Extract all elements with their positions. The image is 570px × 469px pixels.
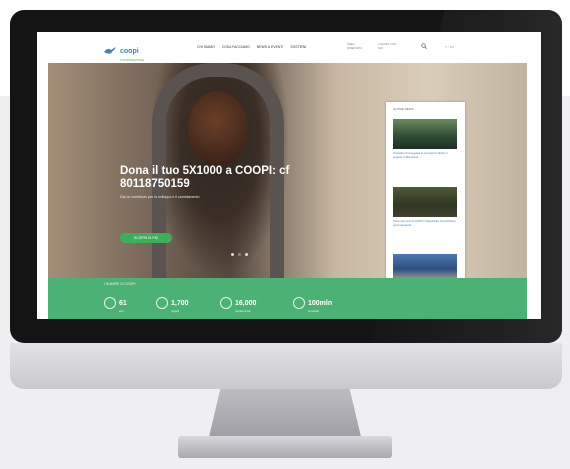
nav-cosa-facciamo[interactable]: COSA FACCIAMO xyxy=(222,45,250,49)
stat-caption: beneficiari xyxy=(308,310,319,313)
hero-title: Dona il tuo 5X1000 a COOPI: cf 801187501… xyxy=(120,165,290,190)
carousel-dot[interactable] xyxy=(238,253,241,256)
stat-number: 16,000 xyxy=(235,300,257,307)
site-logo[interactable]: coopi COOPERAZIONE xyxy=(103,40,144,62)
news-image-1[interactable] xyxy=(393,119,457,149)
nav-lavora-con-noi[interactable]: LAVORA CON NOI xyxy=(378,42,400,50)
nav-sostieni[interactable]: SOSTIENI xyxy=(290,45,306,49)
stats-bar: I NUMERI DI COOPI 61 anni 1,700 progetti 1… xyxy=(48,278,527,319)
website-screen: coopi COOPERAZIONE CHI SIAMO COSA FACCIA… xyxy=(37,32,541,319)
hero-cta-button[interactable]: SCOPRI DI PIÙ xyxy=(120,233,172,243)
monitor-stand-base xyxy=(178,436,392,458)
site-navbar: coopi COOPERAZIONE CHI SIAMO COSA FACCIA… xyxy=(37,32,541,64)
monitor-chin xyxy=(10,343,562,389)
stat-caption: progetti xyxy=(171,310,179,313)
hero-face xyxy=(188,91,248,166)
monitor-stand-neck xyxy=(208,389,362,441)
globe-icon xyxy=(293,296,305,309)
stat-caption: operatori locali xyxy=(235,310,251,313)
stat-number: 61 xyxy=(119,300,127,307)
news-headline-1[interactable]: Preparati a fronteggiare le emergenze id… xyxy=(393,152,457,160)
location-icon xyxy=(104,296,116,309)
news-image-2[interactable] xyxy=(393,187,457,217)
news-panel-title: ULTIME NEWS xyxy=(393,107,414,111)
carousel-dot[interactable] xyxy=(231,253,234,256)
stat-projects: 1,700 progetti xyxy=(156,292,189,313)
stats-label: I NUMERI DI COOPI xyxy=(104,282,136,286)
stat-number: 1,700 xyxy=(171,300,189,307)
hero-subtitle: Dai un contributo per lo sviluppo e il c… xyxy=(120,195,200,199)
news-headline-2[interactable]: Nuovi interventi di COOPI in Repubblica … xyxy=(393,220,457,228)
dove-logo-icon xyxy=(104,47,116,54)
carousel-dot[interactable] xyxy=(245,253,248,256)
logo-subtitle: COOPERAZIONE xyxy=(120,58,145,62)
main-menu: CHI SIAMO COSA FACCIAMO NEWS & EVENTI SO… xyxy=(197,45,306,49)
stat-years: 61 anni xyxy=(104,292,127,313)
people-icon xyxy=(220,296,232,309)
language-switcher[interactable]: IT | EN xyxy=(445,45,454,49)
carousel-dots xyxy=(231,253,248,256)
nav-area-riservata[interactable]: AREA RISERVATA xyxy=(347,42,369,50)
handshake-icon xyxy=(156,296,168,309)
search-icon[interactable] xyxy=(421,43,427,49)
news-panel: ULTIME NEWS Preparati a fronteggiare le … xyxy=(386,102,465,307)
logo-text: coopi xyxy=(120,48,139,55)
stat-caption: anni xyxy=(119,310,124,313)
nav-news-eventi[interactable]: NEWS & EVENTI xyxy=(257,45,284,49)
stat-number: 100mln xyxy=(308,300,333,307)
stat-beneficiaries: 100mln beneficiari xyxy=(293,292,332,313)
secondary-menu: AREA RISERVATA LAVORA CON NOI xyxy=(347,42,400,50)
nav-chi-siamo[interactable]: CHI SIAMO xyxy=(197,45,215,49)
stat-operators: 16,000 operatori locali xyxy=(220,292,256,313)
